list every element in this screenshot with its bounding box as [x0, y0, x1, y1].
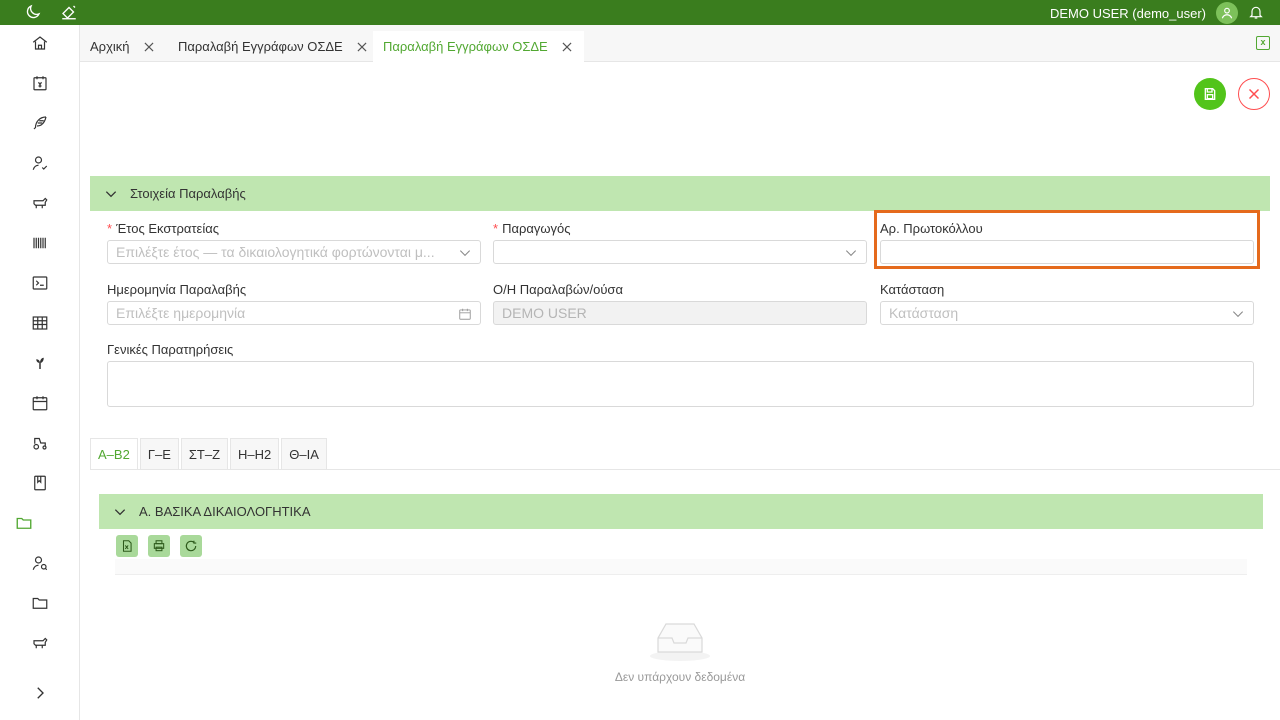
close-icon[interactable]: [142, 40, 156, 54]
notes-textarea[interactable]: [107, 361, 1254, 407]
refresh-button[interactable]: [180, 535, 202, 557]
empty-inbox-icon: [650, 623, 710, 661]
close-icon[interactable]: [560, 40, 574, 54]
producer-label: * Παραγωγός: [493, 221, 571, 236]
barcode-icon[interactable]: [30, 233, 50, 253]
close-icon: [1248, 88, 1260, 100]
year-select[interactable]: Επιλέξτε έτος — τα δικαιολογητικά φορτών…: [107, 240, 481, 264]
avatar[interactable]: [1216, 2, 1238, 24]
tab-osde-2[interactable]: Παραλαβή Εγγράφων ΟΣΔΕ: [373, 31, 584, 62]
section-header-docs[interactable]: Α. ΒΑΣΙΚΑ ΔΙΚΑΙΟΛΟΓΗΤΙΚΑ: [99, 494, 1263, 529]
chevron-down-icon: [105, 190, 117, 197]
tractor-icon[interactable]: [30, 433, 50, 453]
subtab-h-h2[interactable]: Η–Η2: [230, 438, 280, 469]
save-icon: [1204, 88, 1216, 100]
bell-icon[interactable]: [1248, 4, 1264, 23]
terminal-icon[interactable]: [30, 273, 50, 293]
receiver-field: DEMO USER: [493, 301, 867, 325]
book-icon[interactable]: [30, 473, 50, 493]
user-name[interactable]: DEMO USER (demo_user): [1050, 6, 1206, 21]
subtab-st-z[interactable]: ΣΤ–Ζ: [180, 438, 229, 469]
calendar-icon[interactable]: [30, 393, 50, 413]
save-button[interactable]: [1194, 78, 1226, 110]
home-icon[interactable]: [30, 33, 50, 53]
date-picker[interactable]: Επιλέξτε ημερομηνία: [107, 301, 481, 325]
calendar-icon: [459, 308, 471, 320]
subtab-a-b2[interactable]: Α–Β2: [90, 438, 138, 469]
empty-state: Δεν υπάρχουν δεδομένα: [560, 620, 800, 684]
user-search-icon[interactable]: [30, 553, 50, 573]
top-bar: DEMO USER (demo_user): [0, 0, 1280, 25]
highlight-box: [874, 210, 1260, 269]
print-button[interactable]: [148, 535, 170, 557]
status-select[interactable]: Κατάσταση: [880, 301, 1254, 325]
export-excel-button[interactable]: [116, 535, 138, 557]
user-check-icon[interactable]: [30, 153, 50, 173]
chevron-down-icon: [114, 508, 126, 515]
moon-icon[interactable]: [24, 3, 42, 24]
tab-home[interactable]: Αρχική: [80, 31, 166, 62]
subtab-th-ia[interactable]: Θ–ΙΑ: [281, 438, 327, 469]
date-label: Ημερομηνία Παραλαβής: [107, 282, 247, 297]
table-icon[interactable]: [30, 313, 50, 333]
file-excel-icon: [122, 540, 132, 552]
refresh-icon: [185, 540, 197, 552]
notes-label: Γενικές Παρατηρήσεις: [107, 342, 234, 357]
section-header-receipt[interactable]: Στοιχεία Παραλαβής: [90, 176, 1270, 211]
folder-icon[interactable]: [14, 513, 34, 533]
cow-icon[interactable]: [30, 633, 50, 653]
table-header: [115, 559, 1247, 575]
brush-icon[interactable]: [60, 3, 78, 24]
chevron-down-icon: [845, 250, 857, 257]
feather-icon[interactable]: [30, 113, 50, 133]
year-label: * Έτος Εκστρατείας: [107, 221, 219, 236]
chevron-down-icon: [459, 250, 471, 257]
cow-icon[interactable]: [30, 193, 50, 213]
subtab-g-e[interactable]: Γ–Ε: [139, 438, 179, 469]
printer-icon: [153, 540, 165, 552]
receiver-label: Ο/Η Παραλαβών/ούσα: [493, 282, 623, 297]
tab-bar: Αρχική Παραλαβή Εγγράφων ΟΣΔΕ Παραλαβή Ε…: [80, 25, 1280, 62]
close-icon[interactable]: [355, 40, 369, 54]
tab-osde-1[interactable]: Παραλαβή Εγγράφων ΟΣΔΕ: [168, 31, 379, 62]
calendar-money-icon[interactable]: [30, 73, 50, 93]
plant-icon[interactable]: [30, 353, 50, 373]
status-label: Κατάσταση: [880, 282, 945, 297]
excel-icon[interactable]: x: [1256, 36, 1270, 50]
chevron-right-icon[interactable]: [30, 683, 50, 703]
close-button[interactable]: [1238, 78, 1270, 110]
producer-select[interactable]: [493, 240, 867, 264]
folder-icon[interactable]: [30, 593, 50, 613]
chevron-down-icon: [1232, 311, 1244, 318]
subtab-bar: Α–Β2 Γ–Ε ΣΤ–Ζ Η–Η2 Θ–ΙΑ: [90, 438, 329, 469]
subtab-divider: [90, 469, 1280, 470]
user-icon: [1221, 7, 1233, 19]
sidebar: [0, 25, 80, 720]
